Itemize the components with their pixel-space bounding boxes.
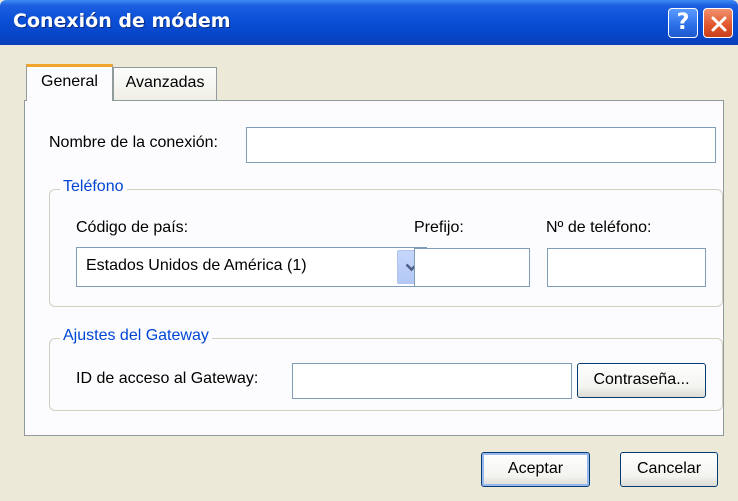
tab-avanzadas-label: Avanzadas bbox=[125, 74, 205, 91]
country-code-value: Estados Unidos de América (1) bbox=[86, 257, 307, 274]
tab-general[interactable]: General bbox=[26, 64, 113, 101]
tab-panel-general: Nombre de la conexión: Teléfono Código d… bbox=[24, 100, 724, 436]
phone-number-label: Nº de teléfono: bbox=[546, 219, 652, 236]
accept-button-label: Aceptar bbox=[507, 460, 564, 477]
connection-name-label: Nombre de la conexión: bbox=[49, 134, 218, 151]
close-icon bbox=[711, 16, 727, 32]
tab-avanzadas[interactable]: Avanzadas bbox=[113, 67, 217, 100]
password-button[interactable]: Contraseña... bbox=[577, 363, 706, 398]
window-title: Conexión de módem bbox=[13, 10, 231, 32]
phone-number-input[interactable] bbox=[547, 248, 706, 287]
accept-button[interactable]: Aceptar bbox=[481, 452, 590, 487]
cancel-button[interactable]: Cancelar bbox=[620, 452, 718, 487]
telefono-legend: Teléfono bbox=[60, 178, 127, 196]
modem-connection-dialog: Conexión de módem ? Avanzadas General No… bbox=[0, 0, 738, 501]
tab-general-label: General bbox=[41, 73, 98, 90]
help-button[interactable]: ? bbox=[668, 8, 698, 38]
prefix-label: Prefijo: bbox=[414, 219, 464, 236]
gateway-access-id-input[interactable] bbox=[292, 363, 572, 399]
country-code-select[interactable]: Estados Unidos de América (1) bbox=[76, 247, 427, 287]
country-code-label: Código de país: bbox=[76, 219, 189, 236]
help-icon: ? bbox=[676, 10, 690, 35]
prefix-input[interactable] bbox=[414, 248, 530, 287]
title-bar[interactable]: Conexión de módem ? bbox=[0, 0, 738, 45]
gateway-legend: Ajustes del Gateway bbox=[60, 327, 212, 345]
gateway-access-id-label: ID de acceso al Gateway: bbox=[76, 370, 259, 387]
close-button[interactable] bbox=[703, 8, 733, 38]
cancel-button-label: Cancelar bbox=[636, 460, 702, 477]
password-button-label: Contraseña... bbox=[593, 371, 690, 388]
connection-name-input[interactable] bbox=[246, 127, 716, 163]
